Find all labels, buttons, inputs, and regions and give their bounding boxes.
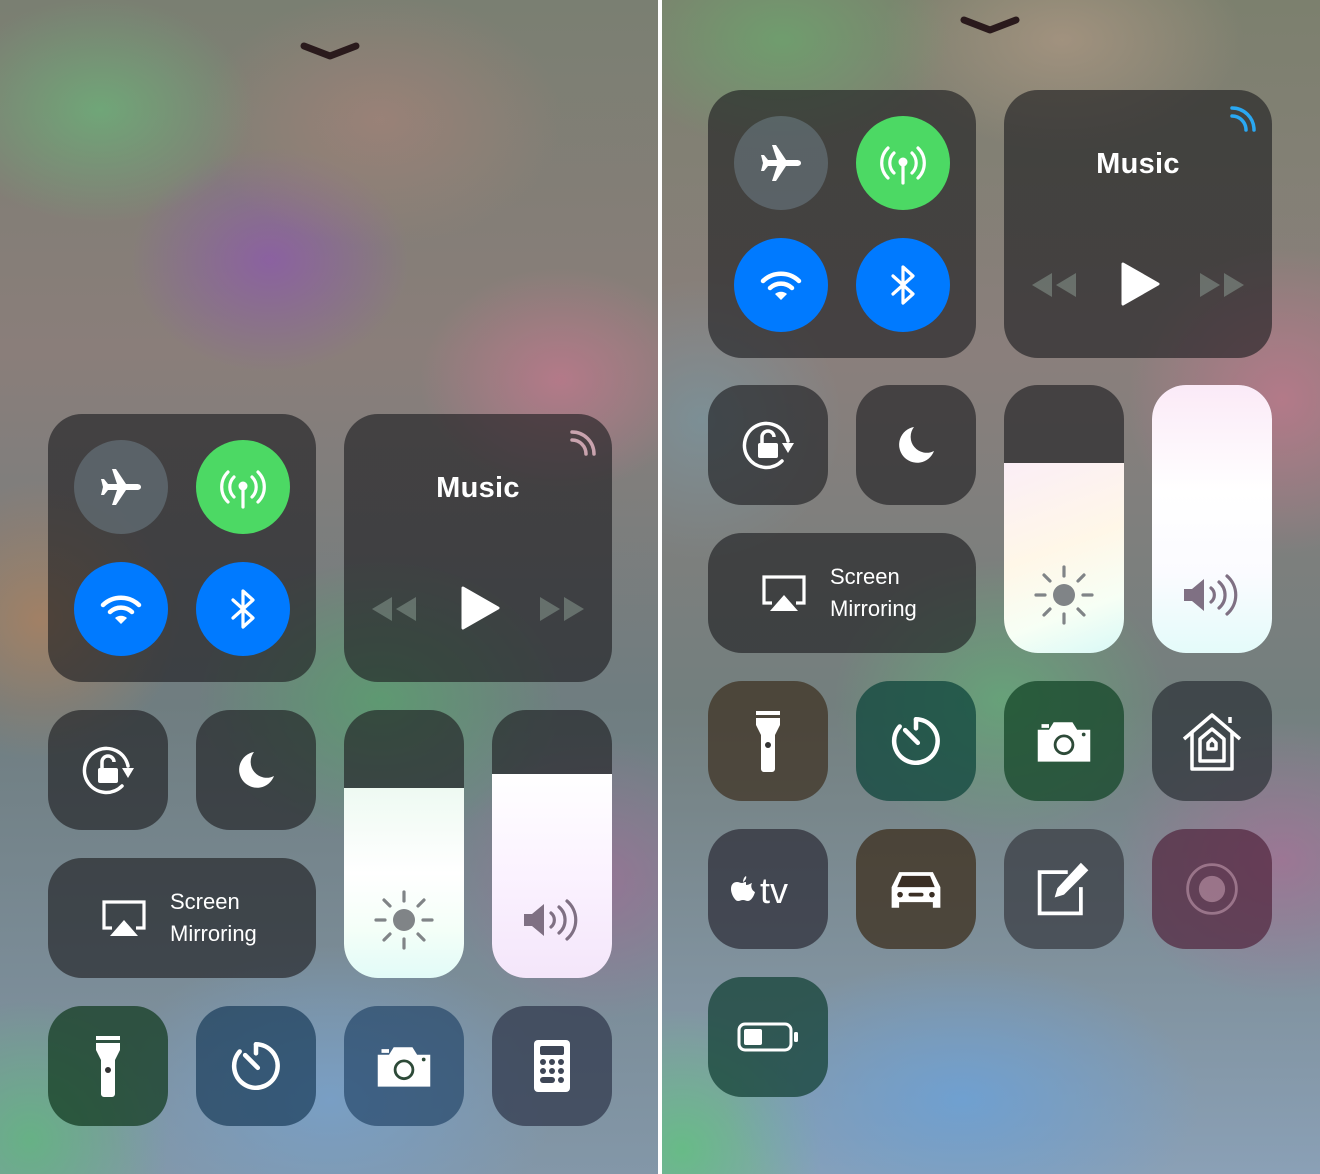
screen-mirroring-label-line1: Screen [170, 889, 240, 914]
moon-icon [232, 746, 280, 794]
cellular-antenna-icon [879, 139, 927, 187]
airplay-screen-icon [100, 898, 148, 938]
do-not-disturb-button[interactable] [856, 385, 976, 505]
screen-mirroring-button[interactable]: Screen Mirroring [48, 858, 316, 978]
flashlight-button[interactable] [48, 1006, 168, 1126]
airplane-mode-toggle[interactable] [74, 440, 168, 534]
rewind-button[interactable] [1030, 270, 1078, 300]
screen-mirroring-button[interactable]: Screen Mirroring [708, 533, 976, 653]
brightness-slider[interactable] [344, 710, 464, 978]
control-center-right: Music Screen Mirroring [662, 0, 1320, 1174]
control-center-left: Music Screen Mirroring [0, 0, 658, 1174]
battery-icon [736, 1021, 800, 1053]
wifi-toggle[interactable] [734, 238, 828, 332]
camera-button[interactable] [344, 1006, 464, 1126]
notes-icon [1034, 859, 1094, 919]
low-power-mode-button[interactable] [708, 977, 828, 1097]
timer-icon [887, 712, 945, 770]
camera-icon [374, 1043, 434, 1089]
camera-icon [1034, 718, 1094, 764]
brightness-slider[interactable] [1004, 385, 1124, 653]
volume-level [492, 774, 612, 978]
airplay-audio-icon[interactable] [566, 430, 596, 460]
cellular-data-toggle[interactable] [196, 440, 290, 534]
music-module[interactable]: Music [344, 414, 612, 682]
play-button[interactable] [454, 584, 502, 632]
rotation-lock-icon [76, 738, 140, 802]
music-title: Music [436, 472, 520, 504]
airplane-icon [97, 463, 145, 511]
fast-forward-button[interactable] [1198, 270, 1246, 300]
bluetooth-toggle[interactable] [196, 562, 290, 656]
wifi-icon [757, 261, 805, 309]
speaker-icon [1152, 571, 1272, 619]
orientation-lock-button[interactable] [48, 710, 168, 830]
calculator-button[interactable] [492, 1006, 612, 1126]
rotation-lock-icon [736, 413, 800, 477]
cellular-data-toggle[interactable] [856, 116, 950, 210]
connectivity-module [48, 414, 316, 682]
screen-mirroring-label-line2: Mirroring [170, 921, 257, 946]
airplay-audio-icon[interactable] [1226, 106, 1256, 136]
airplane-mode-toggle[interactable] [734, 116, 828, 210]
home-button[interactable] [1152, 681, 1272, 801]
calculator-icon [532, 1038, 572, 1094]
flashlight-icon [748, 709, 788, 773]
volume-slider[interactable] [492, 710, 612, 978]
notes-button[interactable] [1004, 829, 1124, 949]
wifi-toggle[interactable] [74, 562, 168, 656]
screen-record-icon [1182, 859, 1242, 919]
timer-icon [227, 1037, 285, 1095]
sun-icon [1004, 563, 1124, 627]
apple-tv-remote-button[interactable] [708, 829, 828, 949]
sun-icon [344, 888, 464, 952]
bluetooth-icon [879, 261, 927, 309]
apple-tv-icon [728, 867, 808, 911]
screen-mirroring-label-line2: Mirroring [830, 596, 917, 621]
fast-forward-button[interactable] [538, 594, 586, 624]
volume-slider[interactable] [1152, 385, 1272, 653]
timer-button[interactable] [196, 1006, 316, 1126]
chevron-down-icon[interactable] [958, 14, 1022, 36]
bluetooth-toggle[interactable] [856, 238, 950, 332]
do-not-disturb-button[interactable] [196, 710, 316, 830]
music-module[interactable]: Music [1004, 90, 1272, 358]
moon-icon [892, 421, 940, 469]
timer-button[interactable] [856, 681, 976, 801]
connectivity-module [708, 90, 976, 358]
car-icon [886, 866, 946, 912]
screen-recording-button[interactable] [1152, 829, 1272, 949]
play-button[interactable] [1114, 260, 1162, 308]
cellular-antenna-icon [219, 463, 267, 511]
driving-dnd-button[interactable] [856, 829, 976, 949]
rewind-button[interactable] [370, 594, 418, 624]
screen-mirroring-label-line1: Screen [830, 564, 900, 589]
music-title: Music [1096, 148, 1180, 180]
airplay-screen-icon [760, 573, 808, 613]
flashlight-icon [88, 1034, 128, 1098]
orientation-lock-button[interactable] [708, 385, 828, 505]
home-icon [1180, 709, 1244, 773]
bluetooth-icon [219, 585, 267, 633]
airplane-icon [757, 139, 805, 187]
speaker-icon [492, 896, 612, 944]
camera-button[interactable] [1004, 681, 1124, 801]
wifi-icon [97, 585, 145, 633]
chevron-down-icon[interactable] [298, 40, 362, 62]
flashlight-button[interactable] [708, 681, 828, 801]
